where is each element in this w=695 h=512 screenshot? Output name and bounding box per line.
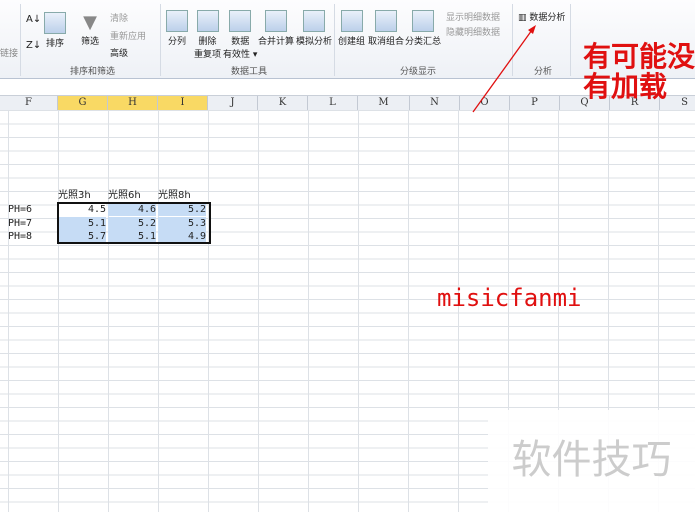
arrow-head bbox=[528, 25, 536, 34]
arrow-line bbox=[472, 29, 533, 113]
watermark: misicfanmi bbox=[437, 284, 582, 312]
annotation-text: 有可能没 有加载 bbox=[583, 40, 695, 103]
watermark-logo: 软件技巧 bbox=[488, 410, 695, 512]
